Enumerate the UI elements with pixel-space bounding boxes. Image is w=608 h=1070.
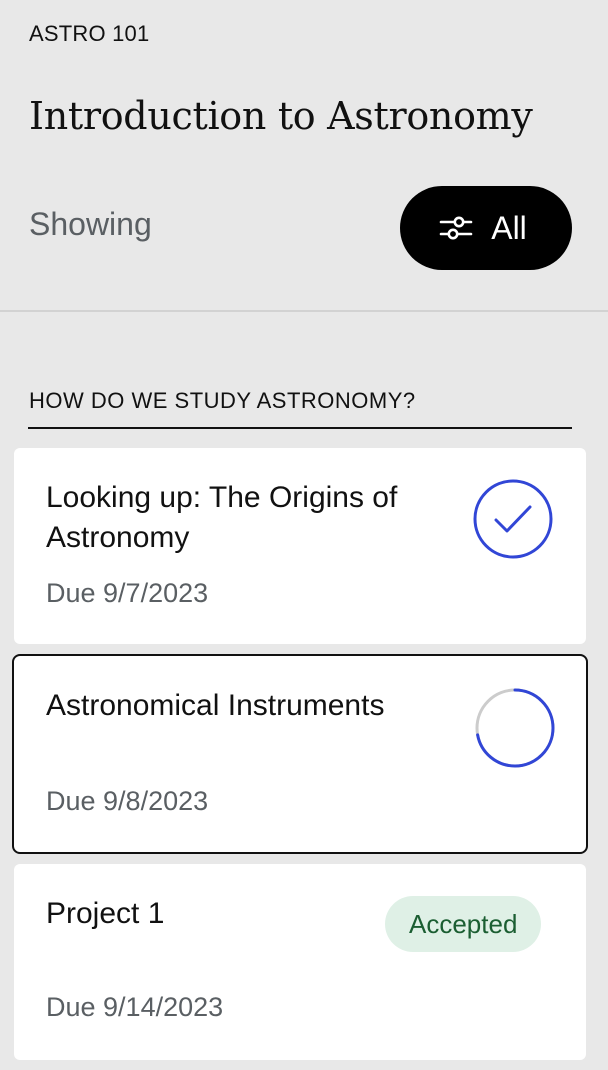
page-title: Introduction to Astronomy bbox=[29, 94, 533, 138]
checkmark-circle-icon bbox=[473, 479, 553, 559]
filter-value: All bbox=[491, 209, 527, 246]
header-divider bbox=[0, 310, 608, 312]
assignment-card[interactable]: Project 1 Due 9/14/2023 Accepted bbox=[14, 864, 586, 1060]
assignment-due-date: Due 9/7/2023 bbox=[46, 578, 209, 608]
assignment-title: Looking up: The Origins of Astronomy bbox=[46, 481, 398, 554]
section-heading: HOW DO WE STUDY ASTRONOMY? bbox=[29, 388, 416, 413]
assignment-due-date: Due 9/14/2023 bbox=[46, 992, 224, 1022]
assignment-due-date: Due 9/8/2023 bbox=[46, 786, 209, 816]
course-code: ASTRO 101 bbox=[29, 21, 150, 46]
showing-label: Showing bbox=[29, 206, 152, 242]
filter-button[interactable]: All bbox=[400, 186, 572, 270]
assignment-title: Astronomical Instruments bbox=[46, 689, 385, 722]
status-badge: Accepted bbox=[385, 896, 542, 952]
filter-sliders-icon bbox=[439, 216, 473, 240]
progress-ring-icon bbox=[475, 688, 555, 768]
assignment-card[interactable]: Looking up: The Origins of Astronomy Due… bbox=[14, 448, 586, 644]
assignment-card[interactable]: Astronomical Instruments Due 9/8/2023 bbox=[12, 654, 588, 854]
section-underline bbox=[28, 427, 572, 429]
